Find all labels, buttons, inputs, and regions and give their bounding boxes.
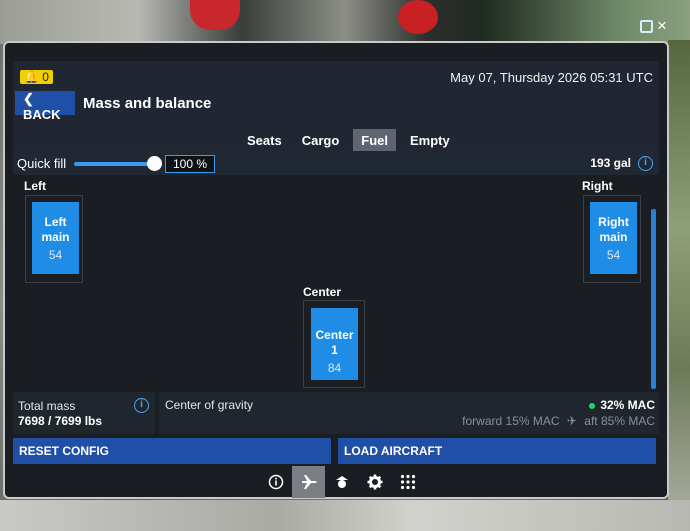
bottom-nav [259,466,424,500]
tank-right-name-1: Right [598,215,629,229]
tank-right-quantity: 54 [606,248,621,262]
cog-forward: forward 15% MAC [462,414,560,428]
pilot-icon[interactable] [325,466,358,498]
tank-right-name-2: main [599,230,628,244]
quick-fill-row: Quick fill 100 % 193 gal i [13,151,659,175]
cog-aft: aft 85% MAC [584,414,655,428]
cog-range: forward 15% MAC ✈ aft 85% MAC [462,414,655,428]
tank-right-main[interactable]: Right main 54 [590,202,637,274]
close-icon[interactable]: × [657,16,667,36]
info-icon[interactable]: i [134,398,149,413]
tank-center-name: Center 1 [315,328,354,357]
cockpit-red-handle [190,0,240,30]
apps-grid-icon[interactable] [391,466,424,498]
chevron-left-icon: ❮ [23,91,34,106]
total-mass-label: Total mass [18,399,76,413]
status-dot [589,402,596,409]
left-tank-group-label: Left [24,179,46,193]
tank-center-quantity: 84 [327,361,342,375]
quick-fill-input[interactable]: 100 % [165,155,215,173]
external-window-icon[interactable] [640,20,653,33]
notification-count: 0 [42,70,49,84]
cockpit-background-right [668,40,690,510]
page-title: Mass and balance [83,95,212,112]
panel-header: 🔔 0 May 07, Thursday 2026 05:31 UTC ❮ BA… [13,61,659,161]
cockpit-red-knob [398,0,438,34]
tank-area-scrollbar[interactable] [651,209,656,389]
info-icon[interactable] [259,466,292,498]
quick-fill-slider[interactable] [74,162,154,166]
info-icon[interactable]: i [638,156,653,171]
bell-icon: 🔔 [24,70,39,84]
quick-fill-slider-handle[interactable] [147,156,162,171]
right-tank-group-label: Right [582,179,613,193]
fuel-tanks: Left Left main 54 Right Right main 54 Ce… [13,175,659,391]
airplane-icon[interactable] [292,466,325,498]
notification-badge[interactable]: 🔔 0 [20,70,53,84]
tank-center-1[interactable]: Center 1 84 [311,308,358,380]
back-button-label: BACK [23,107,61,122]
total-mass-value: 7698 / 7699 lbs [18,414,103,428]
center-tank-group-label: Center [303,285,342,299]
cog-label: Center of gravity [165,398,254,412]
reset-config-button[interactable]: RESET CONFIG [13,438,331,464]
back-button[interactable]: ❮ BACK [15,91,75,122]
cog-value-text: 32% MAC [600,398,655,412]
total-mass-box: Total mass 7698 / 7699 lbs i [13,392,155,434]
tank-left-name-2: main [41,230,70,244]
gear-icon[interactable] [358,466,391,498]
cockpit-background [0,0,690,44]
quick-fill-label: Quick fill [17,156,67,171]
fuel-total: 193 gal [590,156,631,170]
datetime: May 07, Thursday 2026 05:31 UTC [450,70,653,85]
load-aircraft-button[interactable]: LOAD AIRCRAFT [338,438,656,464]
mass-balance-panel: 🔔 0 May 07, Thursday 2026 05:31 UTC ❮ BA… [3,41,669,499]
tank-left-main[interactable]: Left main 54 [32,202,79,274]
airplane-icon: ✈ [566,414,577,428]
tank-left-quantity: 54 [48,248,63,262]
tank-left-name-1: Left [44,215,67,229]
center-of-gravity-box: Center of gravity 32% MAC forward 15% MA… [159,392,659,434]
cog-value: 32% MAC [589,398,655,412]
cockpit-background-bottom [0,500,690,531]
